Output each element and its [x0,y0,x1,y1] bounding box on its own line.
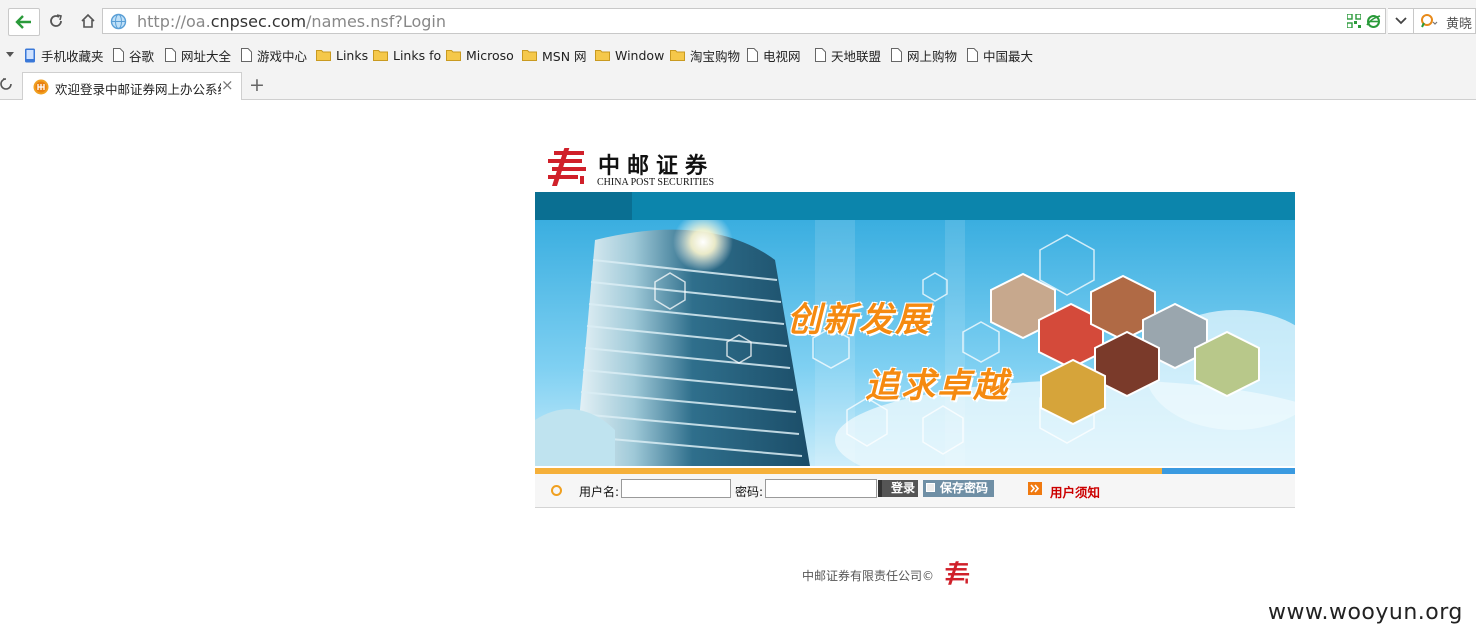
bookmark-folder-window[interactable]: Window [595,46,664,64]
reload-icon [50,14,62,27]
save-password-label: 保存密码 [940,481,989,495]
page-icon [815,48,826,62]
folder-icon [595,50,610,61]
bookmark-online-shopping[interactable]: 网上购物 [891,46,957,64]
bookmark-mobile[interactable]: 手机收藏夹 [24,46,104,64]
login-button[interactable]: 登录 [878,480,918,497]
url-text: http://oa.cnpsec.com/names.nsf?Login [137,12,446,31]
folder-icon [522,50,537,61]
watermark: www.wooyun.org [1268,600,1463,625]
banner-slogan-line2: 追求卓越 [865,366,1009,406]
bookmark-label: 中国最大 [983,48,1034,64]
search-input[interactable]: 黄晓 [1446,13,1472,32]
page-icon [113,48,124,62]
bookmark-folder-links[interactable]: Links [316,46,368,64]
logo-english-name: CHINA POST SECURITIES [597,177,715,188]
login-form: 用户名: 密码: 登录 保存密码 用户须知 [535,474,1295,508]
page-icon [165,48,176,62]
bookmark-label: 天地联盟 [831,48,882,64]
bookmark-label: Microso [466,47,514,63]
phone-icon [25,48,35,62]
restore-tab-icon[interactable] [0,77,14,91]
tab-active[interactable]: 欢迎登录中邮证券网上办公系统 × [22,72,242,100]
home-button[interactable] [76,9,100,33]
globe-icon [110,13,127,30]
bookmark-label: Links fo [393,47,442,63]
url-domain: cnpsec.com [210,12,307,31]
banner-artwork [535,220,1295,466]
bookmark-label: 网上购物 [907,48,958,64]
username-label: 用户名: [579,485,620,499]
chevron-down-icon [1394,17,1407,25]
bookmark-folder-msn[interactable]: MSN 网 [522,46,587,64]
bookmark-game-center[interactable]: 游戏中心 [241,46,307,64]
bookmarks-bar: 手机收藏夹 谷歌 网址大全 游戏中心 Links Links fo Micros… [0,42,1476,68]
hero-banner: 创新发展 追求卓越 [535,220,1295,466]
bookmark-label: 淘宝购物 [690,48,741,64]
search-box[interactable]: 黄晓 [1414,8,1476,34]
bookmark-tv[interactable]: 电视网 [747,46,801,64]
url-dropdown-button[interactable] [1388,8,1414,34]
search-icon [1421,14,1438,28]
qr-code-icon[interactable] [1347,14,1361,28]
bookmark-folder-taobao[interactable]: 淘宝购物 [670,46,740,64]
bookmark-label: Window [615,47,665,63]
home-icon [81,13,95,28]
banner-slogan-line1: 创新发展 [787,300,931,340]
tab-bar: 欢迎登录中邮证券网上办公系统 × + [0,68,1476,100]
back-button[interactable] [8,8,40,36]
new-tab-button[interactable]: + [246,74,268,96]
double-arrow-icon [1028,482,1042,495]
password-input[interactable] [765,479,877,498]
browser-toolbar: http://oa.cnpsec.com/names.nsf?Login 黄晓 [0,0,1476,42]
page-icon [891,48,902,62]
tab-close-button[interactable]: × [221,76,234,94]
footer-copyright: 中邮证券有限责任公司© [802,569,935,583]
bookmark-china-largest[interactable]: 中国最大 [967,46,1033,64]
save-password-checkbox[interactable]: 保存密码 [923,480,994,497]
checkbox-icon[interactable] [926,483,935,492]
page-icon [241,48,252,62]
bookmark-label: 电视网 [763,48,801,64]
bullet-circle-icon [551,485,562,496]
china-post-emblem-icon [945,561,970,585]
logo-chinese-name: 中邮证券 [598,153,715,179]
bookmark-google[interactable]: 谷歌 [113,46,154,64]
header-band [535,192,1295,220]
tab-title: 欢迎登录中邮证券网上办公系统 [55,82,221,97]
favicon-icon [33,79,49,95]
url-path: /names.nsf?Login [306,12,446,31]
header-band-accent [535,192,632,220]
folder-icon [316,50,331,61]
page-icon [967,48,978,62]
company-logo: 中邮证券 CHINA POST SECURITIES [546,146,726,190]
folder-icon [670,50,685,61]
bookmark-label: MSN 网 [542,48,587,64]
password-label: 密码: [735,485,764,499]
user-notice-link[interactable]: 用户须知 [1050,482,1100,501]
bookmark-folder-microso[interactable]: Microso [446,46,514,64]
folder-icon [373,50,388,61]
bookmark-url-directory[interactable]: 网址大全 [165,46,231,64]
bookmark-label: 网址大全 [181,48,232,64]
username-input[interactable] [621,479,731,498]
bookmarks-menu-arrow-icon[interactable] [6,52,14,57]
bookmark-label: 手机收藏夹 [41,48,104,64]
browser-engine-icon[interactable] [1366,14,1381,29]
bookmark-label: Links [336,47,369,63]
reload-button[interactable] [44,9,68,33]
url-prefix: http://oa. [137,12,211,31]
bookmark-tiandi[interactable]: 天地联盟 [815,46,881,64]
bookmark-label: 谷歌 [129,48,155,64]
page-icon [747,48,758,62]
arrow-left-icon [15,15,31,29]
address-bar[interactable]: http://oa.cnpsec.com/names.nsf?Login [102,8,1386,34]
bookmark-folder-links-fo[interactable]: Links fo [373,46,441,64]
bookmark-label: 游戏中心 [257,48,308,64]
china-post-emblem-icon [548,148,586,186]
folder-icon [446,50,461,61]
